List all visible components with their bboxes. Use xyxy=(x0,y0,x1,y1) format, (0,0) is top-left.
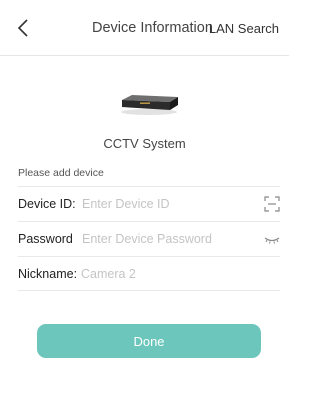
hidden-eye-icon[interactable] xyxy=(264,231,280,247)
password-input[interactable] xyxy=(82,228,252,250)
device-id-label: Device ID: xyxy=(18,197,76,211)
nickname-label: Nickname: xyxy=(18,267,78,281)
header-bar: Device Information LAN Search xyxy=(0,0,289,56)
nickname-row: Nickname: xyxy=(18,256,280,290)
dvr-device-image xyxy=(121,95,178,115)
page-title: Device Information xyxy=(92,20,213,36)
lan-search-button[interactable]: LAN Search xyxy=(209,21,279,36)
device-name: CCTV System xyxy=(103,136,186,151)
back-arrow-icon[interactable] xyxy=(16,18,32,38)
password-label: Password xyxy=(18,232,73,246)
form-hint: Please add device xyxy=(18,167,104,179)
nickname-input[interactable] xyxy=(81,263,271,285)
device-id-row: Device ID: xyxy=(18,186,280,220)
device-id-input[interactable] xyxy=(82,193,252,215)
scan-qr-icon[interactable] xyxy=(264,196,280,212)
done-button[interactable]: Done xyxy=(37,324,261,358)
password-row: Password xyxy=(18,221,280,255)
form-divider xyxy=(18,290,280,291)
